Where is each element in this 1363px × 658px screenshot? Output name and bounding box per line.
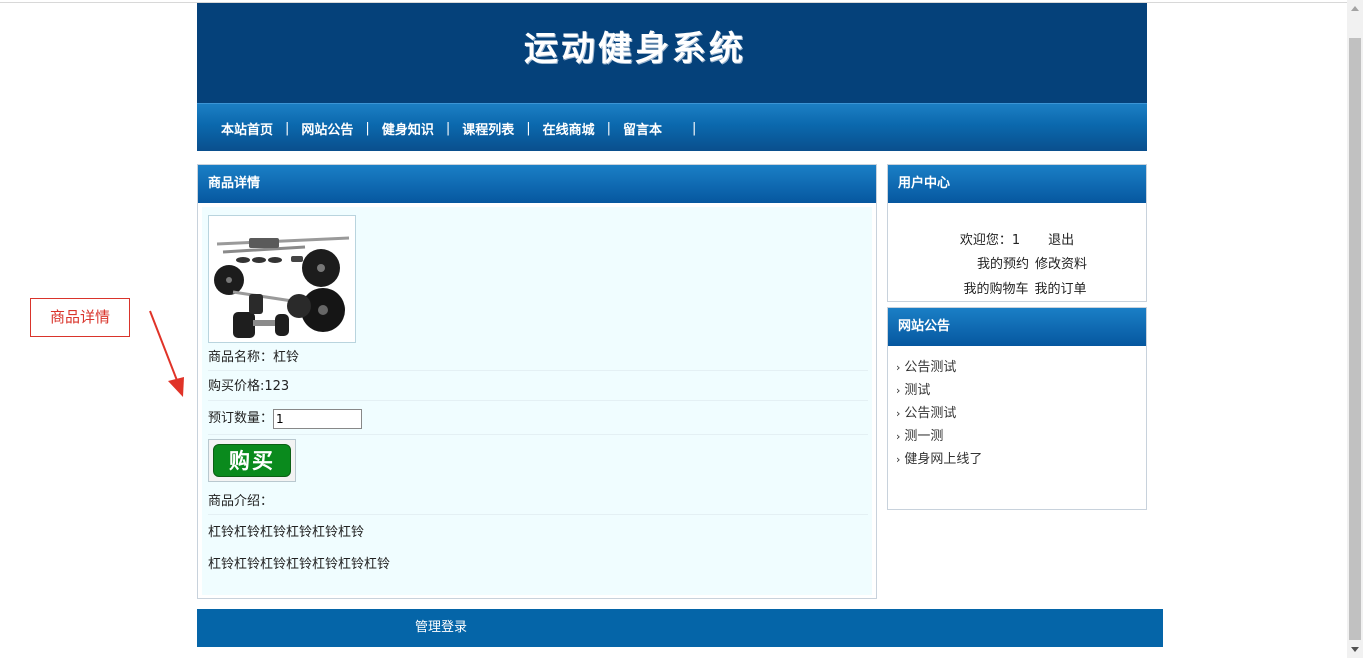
notice-item[interactable]: 测一测: [896, 425, 982, 448]
notice-list: 公告测试 测试 公告测试 测一测 健身网上线了: [896, 356, 982, 471]
scroll-up-icon[interactable]: [1347, 0, 1363, 16]
product-name-row: 商品名称：杠铃: [208, 345, 868, 371]
welcome-line: 欢迎您：1 退出: [888, 229, 1146, 248]
annotation-arrow-icon: [149, 310, 184, 397]
nav-item-online-store[interactable]: 在线商城: [531, 119, 607, 138]
buy-button[interactable]: 购买: [208, 439, 296, 482]
notice-item[interactable]: 公告测试: [896, 402, 982, 425]
quantity-input[interactable]: [273, 408, 363, 429]
notice-item[interactable]: 健身网上线了: [896, 448, 982, 471]
product-intro-text: 杠铃杠铃杠铃杠铃杠铃杠铃杠铃: [208, 557, 391, 572]
user-links-row: 我的预约 修改资料: [888, 253, 1146, 272]
footer-bar: 管理登录: [197, 609, 1163, 647]
product-price-row: 购买价格:123: [208, 373, 868, 401]
site-title: 运动健身系统: [524, 29, 746, 69]
user-center-panel: 用户中心 欢迎您：1 退出 我的预约 修改资料 我的购物车 我的订单: [887, 164, 1147, 302]
product-name-label: 商品名称：: [208, 350, 274, 365]
my-cart-link[interactable]: 我的购物车: [963, 282, 1028, 297]
product-detail-body: 商品名称：杠铃 购买价格:123 预订数量： 购买 商品介绍： 杠铃杠铃杠铃杠铃…: [202, 207, 872, 595]
scroll-down-icon[interactable]: [1347, 642, 1363, 658]
logout-link[interactable]: 退出: [1048, 233, 1074, 248]
site-notice-panel: 网站公告 公告测试 测试 公告测试 测一测 健身网上线了: [887, 307, 1147, 510]
product-price-label: 购买价格:: [208, 379, 265, 394]
product-panel-title: 商品详情: [198, 165, 876, 203]
scrollbar-thumb[interactable]: [1349, 38, 1361, 640]
welcome-label: 欢迎您：: [959, 233, 1012, 248]
product-intro-line: 杠铃杠铃杠铃杠铃杠铃杠铃杠铃: [208, 551, 868, 579]
my-booking-link[interactable]: 我的预约: [977, 257, 1029, 272]
product-name-value: 杠铃: [273, 350, 300, 365]
product-intro-line: 杠铃杠铃杠铃杠铃杠铃杠铃: [208, 519, 868, 547]
user-center-body: 欢迎您：1 退出 我的预约 修改资料 我的购物车 我的订单: [888, 203, 1146, 301]
quantity-row: 预订数量：: [208, 403, 868, 435]
user-links-row: 我的购物车 我的订单: [888, 278, 1146, 297]
main-nav: 本站首页 | 网站公告 | 健身知识 | 课程列表 | 在线商城 | 留言本 |: [197, 103, 1147, 151]
annotation-label: 商品详情: [30, 298, 130, 337]
quantity-label: 预订数量：: [208, 411, 274, 426]
nav-separator: |: [692, 120, 697, 136]
user-panel-title: 用户中心: [888, 165, 1146, 203]
my-orders-link[interactable]: 我的订单: [1035, 282, 1087, 297]
notice-panel-title: 网站公告: [888, 308, 1146, 346]
nav-item-notices[interactable]: 网站公告: [289, 119, 365, 138]
notice-item[interactable]: 公告测试: [896, 356, 982, 379]
product-intro-text: 杠铃杠铃杠铃杠铃杠铃杠铃: [208, 525, 365, 540]
product-image: [208, 215, 356, 343]
nav-item-home[interactable]: 本站首页: [209, 119, 285, 138]
vertical-scrollbar[interactable]: [1347, 0, 1363, 658]
barbell-set-image: [209, 216, 355, 342]
username: 1: [1011, 233, 1021, 248]
site-banner: 运动健身系统: [197, 3, 1147, 103]
notice-item[interactable]: 测试: [896, 379, 982, 402]
nav-item-course-list[interactable]: 课程列表: [450, 119, 526, 138]
nav-item-guestbook[interactable]: 留言本: [611, 119, 692, 138]
admin-login-link[interactable]: 管理登录: [415, 609, 467, 647]
buy-button-label: 购买: [213, 444, 291, 477]
edit-profile-link[interactable]: 修改资料: [1035, 257, 1087, 272]
product-intro-label-row: 商品介绍：: [208, 489, 868, 515]
product-detail-panel: 商品详情 商品名称：杠铃 购买价格:123 预订数量：1 购买 商品介绍： 杠铃…: [197, 164, 877, 599]
product-price-value: 123: [264, 379, 290, 394]
product-intro-label: 商品介绍：: [208, 494, 274, 509]
nav-item-fitness-knowledge[interactable]: 健身知识: [370, 119, 446, 138]
